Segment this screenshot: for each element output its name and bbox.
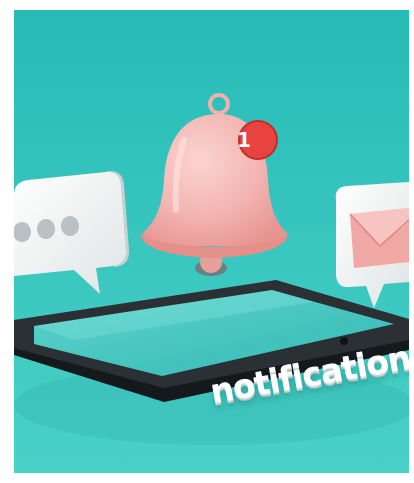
image-frame: 1 notification — [0, 0, 414, 483]
dot-3 — [61, 216, 79, 236]
badge-count: 1 — [237, 128, 251, 152]
scene-art — [14, 10, 409, 473]
envelope-icon — [349, 208, 409, 268]
dot-2 — [37, 219, 55, 239]
notification-illustration: 1 notification — [14, 10, 409, 473]
